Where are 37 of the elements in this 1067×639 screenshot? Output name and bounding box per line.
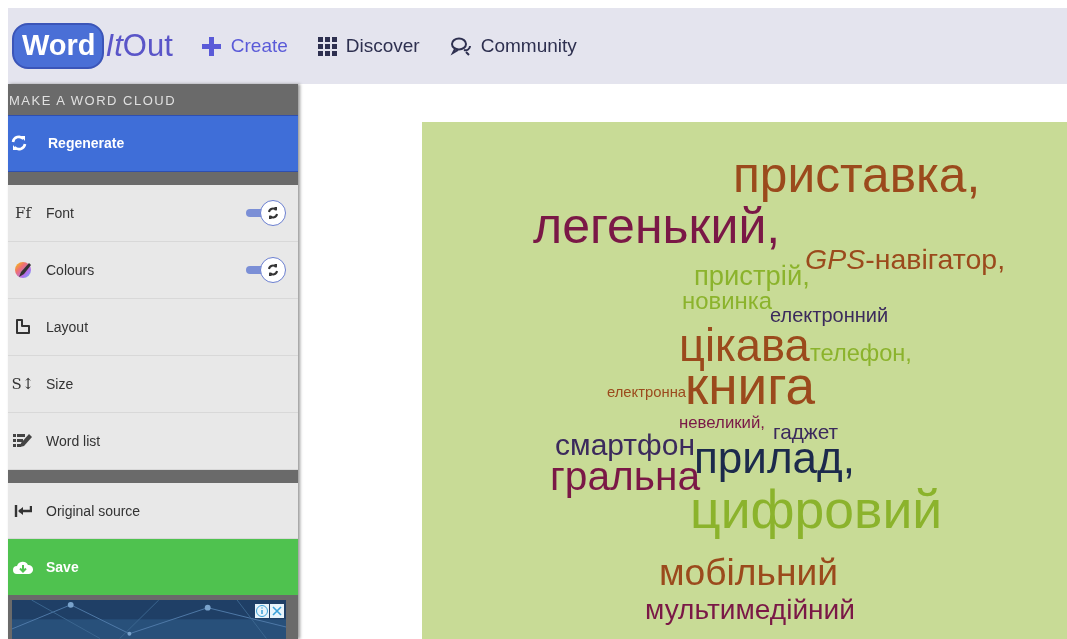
cloud-download-icon (13, 559, 33, 576)
sidebar-item[interactable]: Layout (8, 298, 298, 356)
refresh-icon (267, 206, 279, 219)
chat-bubbles-icon (449, 36, 472, 56)
sidebar-item[interactable]: Word list (8, 412, 298, 470)
nav-link[interactable]: Community (447, 31, 579, 61)
logo-badge[interactable]: Word (12, 23, 104, 69)
layout-icon (15, 318, 31, 336)
cloud-word: приставка, (733, 150, 981, 201)
nav-link[interactable]: Discover (315, 31, 422, 61)
paint-brush-icon (14, 260, 32, 279)
logo-text: ItOut (105, 28, 173, 64)
return-arrow-icon (14, 502, 32, 519)
info-icon (255, 604, 269, 619)
plus-icon (200, 35, 222, 57)
cloud-word: мобільний (659, 554, 838, 592)
sidebar-item[interactable]: Original source (8, 482, 298, 540)
refresh-icon (267, 263, 279, 276)
icon-glyph: S↕ (11, 374, 35, 393)
list-pencil-icon (13, 432, 33, 450)
sidebar-heading: MAKE A WORD CLOUD (8, 92, 178, 110)
nav-link[interactable]: Create (198, 31, 290, 61)
regenerate-button[interactable]: Regenerate (8, 115, 298, 172)
toggle-switch[interactable] (246, 199, 286, 226)
sidebar-item[interactable]: Colours (8, 241, 298, 299)
toggle-switch[interactable] (246, 256, 286, 283)
cloud-word: мультимедійний (645, 595, 855, 624)
grid-icon (317, 36, 337, 56)
sidebar-item[interactable]: S↕ Size (8, 355, 298, 413)
cloud-word: невеликий, (679, 415, 766, 432)
sidebar-item[interactable]: Ff Font (8, 184, 298, 242)
close-icon (270, 604, 284, 619)
refresh-icon (10, 134, 28, 153)
cloud-word: телефон, (810, 342, 912, 366)
icon-glyph: Ff (15, 203, 31, 222)
cloud-word: електронна (607, 385, 687, 401)
cloud-word: електронний (770, 305, 889, 326)
